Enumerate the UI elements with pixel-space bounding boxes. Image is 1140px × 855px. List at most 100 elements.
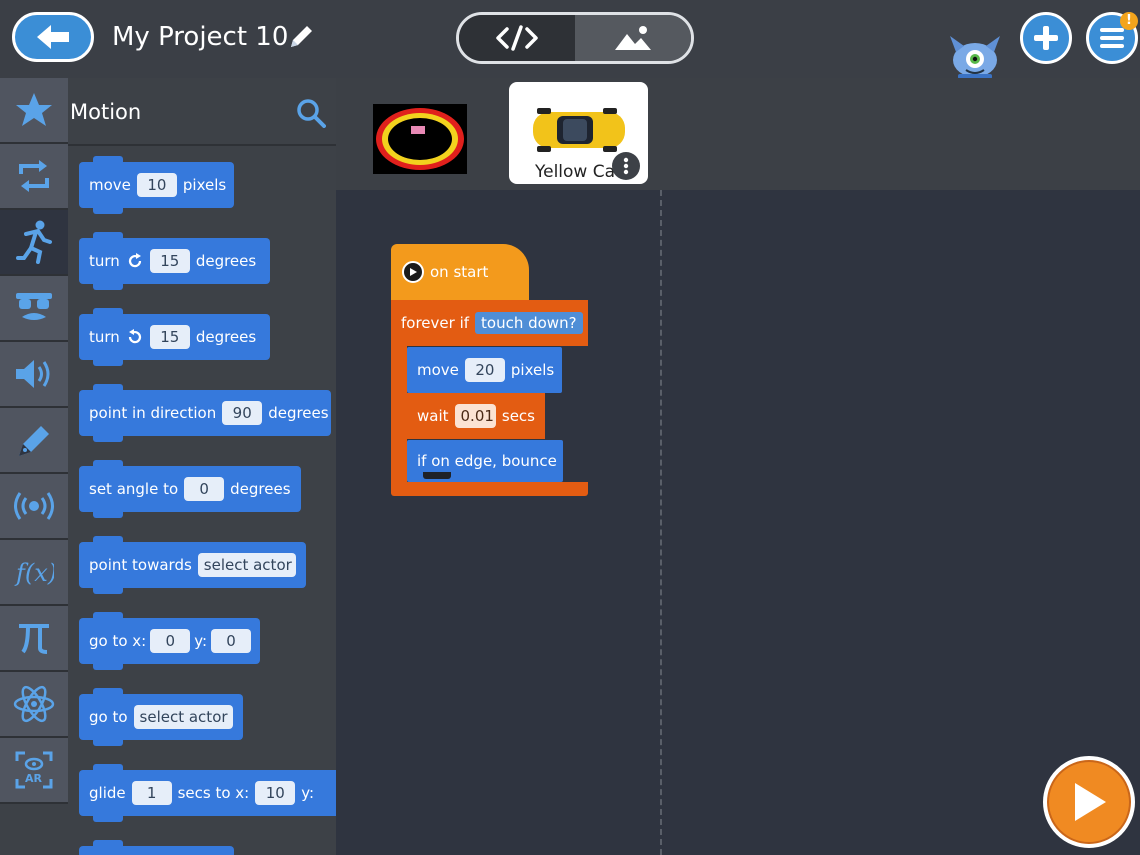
palette-block-glide[interactable]: glide 1 secs to x: 10 y: <box>79 764 336 822</box>
forever-if-block[interactable]: forever if touch down? <box>391 300 588 346</box>
block-text: on start <box>430 263 489 281</box>
block-input[interactable]: 20 <box>464 358 505 382</box>
script-canvas[interactable]: on start on start forever if touch down?… <box>336 190 1140 855</box>
edit-title-icon[interactable] <box>286 22 316 52</box>
top-bar: My Project 10 ! <box>0 0 1140 80</box>
block-palette: Motion move 10 pixels turn 15 degrees tu… <box>68 78 336 855</box>
stage-view-tab[interactable] <box>575 15 691 61</box>
hamburger-icon <box>1100 28 1124 48</box>
atom-icon <box>13 685 55 723</box>
loop-icon <box>19 160 49 192</box>
block-input[interactable]: 10 <box>136 173 177 197</box>
notification-badge-icon: ! <box>1120 12 1138 30</box>
ar-icon: AR <box>15 751 53 789</box>
palette-block-go-to-actor[interactable]: go to select actor <box>79 688 243 746</box>
sound-icon <box>16 360 50 388</box>
category-pen[interactable] <box>0 408 68 474</box>
block-text: degrees <box>230 480 291 498</box>
star-icon <box>16 93 52 126</box>
pi-icon <box>19 624 49 654</box>
block-input[interactable]: 0.01 <box>454 404 496 428</box>
palette-block-point-in-direction[interactable]: point in direction 90 degrees <box>79 384 331 442</box>
play-icon <box>1075 783 1106 821</box>
actor-options-button[interactable] <box>612 152 640 180</box>
block-input[interactable]: 1 <box>131 781 172 805</box>
actor-name: Yellow Ca <box>535 162 616 182</box>
code-view-tab[interactable] <box>459 15 575 61</box>
palette-block-partial[interactable] <box>79 840 234 855</box>
actor-strip: Yellow Ca <box>336 78 1140 190</box>
function-icon: f(x) <box>14 559 54 587</box>
pen-icon <box>19 426 49 456</box>
back-arrow-icon <box>37 25 69 49</box>
add-button[interactable] <box>1020 12 1072 64</box>
palette-block-point-towards[interactable]: point towards select actor <box>79 536 306 594</box>
palette-title: Motion <box>70 100 142 124</box>
category-sound[interactable] <box>0 342 68 408</box>
block-text: secs to x: <box>177 784 250 802</box>
code-icon <box>496 25 538 51</box>
run-button[interactable] <box>1043 756 1135 848</box>
plus-icon <box>1034 26 1058 50</box>
block-text: go to <box>89 708 128 726</box>
wait-block[interactable]: wait 0.01 secs <box>407 393 545 439</box>
block-text: point towards <box>89 556 192 574</box>
svg-text:AR: AR <box>25 772 43 785</box>
mascot-icon[interactable] <box>946 30 1004 80</box>
actor-card-selected[interactable]: Yellow Ca <box>509 82 648 184</box>
category-motion[interactable] <box>0 210 68 276</box>
runner-icon <box>16 220 52 264</box>
condition-input[interactable]: touch down? <box>475 312 583 334</box>
category-favorites[interactable] <box>0 78 68 144</box>
canvas-divider <box>660 190 662 855</box>
block-input[interactable]: 0 <box>184 477 225 501</box>
block-text: point in direction <box>89 404 217 422</box>
category-looks[interactable] <box>0 276 68 342</box>
palette-block-move[interactable]: move 10 pixels <box>79 156 234 214</box>
palette-block-turn-right[interactable]: turn 15 degrees <box>79 232 270 290</box>
palette-block-set-angle[interactable]: set angle to 0 degrees <box>79 460 301 518</box>
forever-if-arm <box>391 346 407 486</box>
more-vertical-icon <box>623 157 629 175</box>
block-input[interactable]: 90 <box>222 401 263 425</box>
block-text: secs <box>501 407 535 425</box>
palette-block-go-to-xy[interactable]: go to x: 0 y: 0 <box>79 612 260 670</box>
block-input[interactable]: 0 <box>150 629 191 653</box>
actor-dropdown[interactable]: select actor <box>133 705 233 729</box>
block-input[interactable]: 15 <box>149 249 190 273</box>
category-ar[interactable]: AR <box>0 738 68 804</box>
category-math[interactable] <box>0 606 68 672</box>
yellow-car-image <box>533 108 625 152</box>
background-thumbnail[interactable] <box>373 104 467 174</box>
block-text: move <box>89 176 131 194</box>
block-text: turn <box>89 252 120 270</box>
rotate-counterclockwise-icon <box>128 329 141 344</box>
block-text: degrees <box>195 328 257 346</box>
background-image <box>373 104 467 174</box>
broadcast-icon <box>14 492 54 520</box>
rotate-clockwise-icon <box>128 253 141 268</box>
block-input[interactable]: 10 <box>255 781 296 805</box>
block-text: y: <box>194 632 208 650</box>
move-block[interactable]: move 20 pixels <box>407 347 562 393</box>
block-text: go to x: <box>89 632 147 650</box>
landscape-icon <box>615 26 651 50</box>
category-events[interactable] <box>0 474 68 540</box>
category-physics[interactable] <box>0 672 68 738</box>
block-text: if on edge, bounce <box>417 452 557 470</box>
block-text: pixels <box>182 176 227 194</box>
search-icon[interactable] <box>296 98 326 128</box>
palette-block-turn-left[interactable]: turn 15 degrees <box>79 308 270 366</box>
block-input[interactable]: 15 <box>149 325 190 349</box>
block-text: degrees <box>268 404 329 422</box>
block-text: pixels <box>510 361 555 379</box>
category-functions[interactable]: f(x) <box>0 540 68 606</box>
svg-text:f(x): f(x) <box>14 559 54 587</box>
block-input[interactable]: 0 <box>211 629 252 653</box>
block-text: set angle to <box>89 480 179 498</box>
actor-dropdown[interactable]: select actor <box>197 553 296 577</box>
back-button[interactable] <box>12 12 94 62</box>
project-title[interactable]: My Project 10 <box>112 22 288 52</box>
block-text: wait <box>417 407 449 425</box>
category-control[interactable] <box>0 144 68 210</box>
